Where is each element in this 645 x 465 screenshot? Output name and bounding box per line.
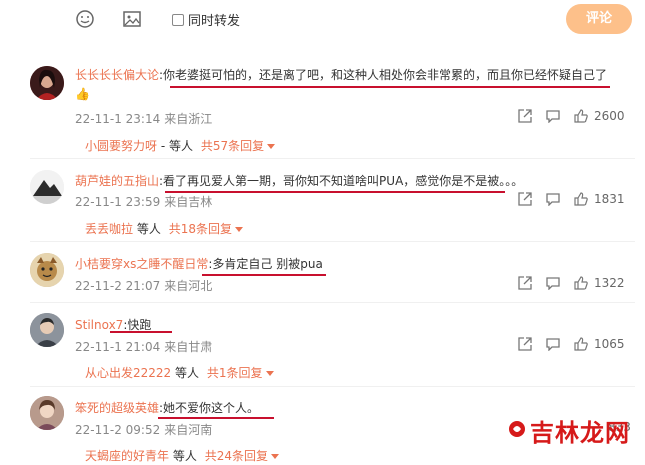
like-count: 1065 xyxy=(594,337,625,351)
chevron-down-icon xyxy=(265,371,274,376)
thumbs-up-icon xyxy=(574,276,588,290)
like-button[interactable]: 1831 xyxy=(574,192,625,206)
like-button[interactable]: 1065 xyxy=(574,337,625,351)
reply-summary[interactable]: 小圆要努力呀 - 等人 共57条回复 xyxy=(85,137,276,154)
comment-text: :她不爱你这个人。 xyxy=(159,401,260,415)
image-icon[interactable] xyxy=(122,9,142,29)
reply-count-link[interactable]: 共57条回复 xyxy=(201,139,264,153)
chevron-down-icon xyxy=(270,454,279,459)
highlight-underline xyxy=(170,86,610,88)
like-count: 1831 xyxy=(594,192,625,206)
comment-emoji: 👍 xyxy=(75,87,90,101)
comment-time: 22-11-1 21:04 xyxy=(75,340,161,354)
share-icon[interactable] xyxy=(518,192,532,206)
comment-location: 来自河南 xyxy=(164,423,213,437)
repost-label: 同时转发 xyxy=(188,14,241,29)
highlight-underline xyxy=(158,417,274,419)
comment-time: 22-11-2 09:52 xyxy=(75,423,161,437)
divider xyxy=(30,302,635,303)
thumbs-up-icon xyxy=(574,109,588,123)
comment-location: 来自河北 xyxy=(164,279,213,293)
reply-summary[interactable]: 天蝎座的好青年 等人 共24条回复 xyxy=(85,447,279,464)
comment-icon[interactable] xyxy=(546,337,560,352)
comment-time: 22-11-1 23:59 xyxy=(75,195,161,209)
comment-time: 22-11-1 23:14 xyxy=(75,112,161,126)
thumbs-up-icon xyxy=(574,337,588,351)
repost-checkbox[interactable]: 同时转发 xyxy=(172,10,240,29)
comment-icon[interactable] xyxy=(546,276,560,291)
reply-others: 等人 xyxy=(136,222,161,236)
comment-username[interactable]: 葫芦娃的五指山 xyxy=(75,174,159,188)
comment-text: :快跑 xyxy=(123,318,152,332)
avatar[interactable] xyxy=(30,396,64,430)
avatar[interactable] xyxy=(30,313,64,347)
reply-count-link[interactable]: 共24条回复 xyxy=(205,449,268,463)
comment-toolbar: 同时转发 评论 xyxy=(0,0,645,40)
watermark-logo-icon xyxy=(508,420,526,441)
comment-username[interactable]: Stilnox7 xyxy=(75,318,123,332)
comment-username[interactable]: 小桔要穿xs之睡不醒日常 xyxy=(75,257,208,271)
divider xyxy=(30,386,635,387)
submit-comment-button[interactable]: 评论 xyxy=(566,4,632,34)
divider xyxy=(30,241,635,242)
share-icon[interactable] xyxy=(518,109,532,123)
comment-location: 来自甘肃 xyxy=(164,340,213,354)
reply-others: - 等人 xyxy=(160,139,193,153)
reply-others: 等人 xyxy=(172,449,197,463)
comment-text: :你老婆挺可怕的，还是离了吧，和这种人相处你会非常累的，而且你已经怀疑自己了 xyxy=(159,68,608,82)
comment-username[interactable]: 笨死的超级英雄 xyxy=(75,401,159,415)
like-button[interactable]: 1322 xyxy=(574,276,625,290)
emoji-icon[interactable] xyxy=(75,9,95,29)
comment-location: 来自浙江 xyxy=(164,112,213,126)
highlight-underline xyxy=(165,191,505,193)
divider xyxy=(30,158,635,159)
reply-summary[interactable]: 从心出发22222 等人 共1条回复 xyxy=(85,364,274,381)
avatar[interactable] xyxy=(30,170,64,204)
avatar[interactable] xyxy=(30,253,64,287)
comment-text: :多肯定自己 别被pua xyxy=(208,257,323,271)
chevron-down-icon xyxy=(267,144,276,149)
comment-icon[interactable] xyxy=(546,192,560,207)
reply-summary[interactable]: 丢丢咖拉 等人 共18条回复 xyxy=(85,220,243,237)
share-icon[interactable] xyxy=(518,276,532,290)
like-button[interactable]: 2600 xyxy=(574,109,625,123)
comment-username[interactable]: 长长长长偏大论 xyxy=(75,68,159,82)
comment-icon[interactable] xyxy=(546,109,560,124)
comment-time: 22-11-2 21:07 xyxy=(75,279,161,293)
like-count: 1322 xyxy=(594,276,625,290)
avatar[interactable] xyxy=(30,66,64,100)
thumbs-up-icon xyxy=(574,192,588,206)
comment-text: :看了再见爱人第一期，哥你知不知道啥叫PUA，感觉你是不是被。。。 xyxy=(159,174,524,188)
reply-count-link[interactable]: 共1条回复 xyxy=(207,366,263,380)
watermark-text: 吉林龙网 xyxy=(530,419,630,447)
reply-username[interactable]: 从心出发22222 xyxy=(85,366,171,380)
reply-others: 等人 xyxy=(175,366,200,380)
reply-username[interactable]: 小圆要努力呀 xyxy=(85,139,157,153)
share-icon[interactable] xyxy=(518,337,532,351)
reply-username[interactable]: 天蝎座的好青年 xyxy=(85,449,169,463)
comment-location: 来自吉林 xyxy=(164,195,213,209)
reply-count-link[interactable]: 共18条回复 xyxy=(169,222,232,236)
checkbox-box[interactable] xyxy=(172,13,184,26)
site-watermark: 吉林龙网 xyxy=(508,413,630,448)
chevron-down-icon xyxy=(234,227,243,232)
reply-username[interactable]: 丢丢咖拉 xyxy=(85,222,133,236)
like-count: 2600 xyxy=(594,109,625,123)
highlight-underline xyxy=(110,331,172,333)
highlight-underline xyxy=(202,274,326,276)
